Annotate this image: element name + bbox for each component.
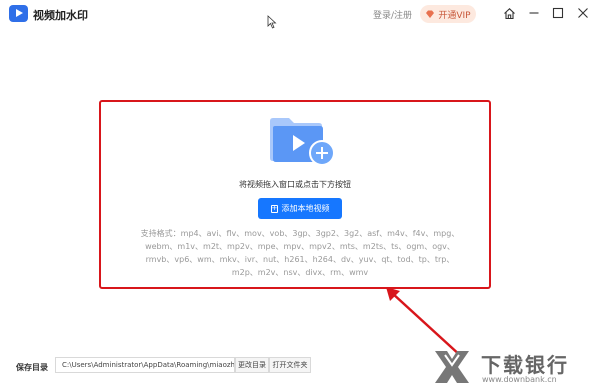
login-register-link[interactable]: 登录/注册	[373, 8, 412, 21]
save-directory-label: 保存目录	[16, 363, 48, 372]
maximize-button[interactable]	[550, 5, 566, 21]
open-folder-button[interactable]: 打开文件夹	[269, 357, 311, 373]
watermark-logo-icon	[435, 351, 469, 383]
watermark-url-text: www.downbank.cn	[482, 375, 557, 384]
vip-label: 开通VIP	[438, 10, 471, 21]
title-bar: 视频加水印 登录/注册 开通VIP	[0, 0, 600, 29]
home-icon	[503, 7, 515, 19]
mouse-cursor-icon	[267, 15, 277, 29]
app-title: 视频加水印	[33, 9, 88, 22]
vip-button[interactable]: 开通VIP	[420, 5, 476, 23]
app-logo-icon	[9, 5, 28, 22]
vip-crown-icon	[426, 10, 435, 18]
watermark-chinese-text: 下载银行	[481, 353, 569, 377]
add-local-video-button[interactable]: 添加本地视频	[258, 198, 342, 219]
close-icon	[578, 8, 588, 18]
maximize-icon	[552, 7, 564, 19]
add-video-label: 添加本地视频	[281, 204, 330, 213]
downbank-watermark: 下载银行 www.downbank.cn	[433, 347, 598, 389]
supported-formats-text: 支持格式：mp4、avi、flv、mov、vob、3gp、3gp2、3g2、as…	[140, 229, 460, 277]
home-button[interactable]	[501, 5, 517, 21]
add-file-icon	[270, 203, 278, 213]
save-path-field[interactable]: C:\Users\Administrator\AppData\Roaming\m…	[55, 357, 235, 373]
minimize-button[interactable]	[526, 5, 542, 21]
change-directory-button[interactable]: 更改目录	[235, 357, 269, 373]
minimize-icon	[529, 12, 539, 14]
video-folder-icon	[270, 118, 335, 166]
close-button[interactable]	[575, 5, 591, 21]
drop-hint-text: 将视频拖入窗口或点击下方按钮	[239, 180, 351, 189]
